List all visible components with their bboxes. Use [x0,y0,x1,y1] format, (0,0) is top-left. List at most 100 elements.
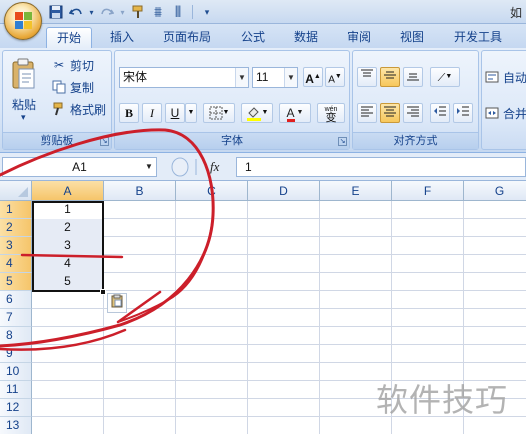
row-header[interactable]: 13 [0,417,32,434]
chevron-down-icon: ▼ [235,68,248,87]
tab-developer[interactable]: 开发工具 [443,27,513,48]
row-header[interactable]: 6 [0,291,32,309]
row-header[interactable]: 10 [0,363,32,381]
paste-icon[interactable] [10,57,38,91]
gridline [32,290,526,291]
decrease-indent-button[interactable] [430,103,450,123]
cut-button[interactable]: ✂ 剪切 [51,55,94,75]
selection-outline [32,201,104,292]
tab-view[interactable]: 视图 [390,27,434,48]
select-all-icon [18,187,28,197]
formula-separator-icon [171,157,197,177]
fill-handle[interactable] [100,289,106,295]
title-bar: ▾ ▾ ⩩ ⫴ ▾ 如 [0,0,526,24]
column-header-f[interactable]: F [392,181,464,201]
merge-button[interactable]: 合并 [484,103,526,123]
tab-formulas[interactable]: 公式 [231,27,275,48]
underline-dropdown-icon[interactable]: ▼ [185,103,197,123]
row-header[interactable]: 12 [0,399,32,417]
name-box[interactable]: A1 ▼ [2,157,157,177]
gridline [32,218,526,219]
underline-button[interactable]: U [165,103,185,123]
copy-label: 复制 [70,80,95,95]
align-right-button[interactable] [403,103,423,123]
increase-indent-button[interactable] [453,103,473,123]
paste-options-button[interactable] [107,293,127,313]
tab-home[interactable]: 开始 [46,27,92,48]
customize-qat-icon[interactable]: ▾ [199,4,215,20]
column-header-e[interactable]: E [320,181,392,201]
align-center-icon [384,106,396,117]
custom-icon-1[interactable]: ⩩ [150,4,166,21]
window-title: 如 [509,6,522,20]
italic-button[interactable]: I [142,103,162,123]
row-header[interactable]: 4 [0,255,32,273]
grow-font-button[interactable]: A▲ [303,67,323,87]
row-header[interactable]: 9 [0,345,32,363]
shrink-font-button[interactable]: A▼ [325,67,345,87]
row-header[interactable]: 2 [0,219,32,237]
office-button[interactable] [4,2,42,40]
format-painter-icon[interactable] [130,4,146,20]
orientation-button[interactable]: ⟋▼ [430,67,460,87]
gridline [32,272,526,273]
copy-button[interactable]: 复制 [51,77,94,97]
gridline [32,236,526,237]
tab-review[interactable]: 审阅 [337,27,381,48]
undo-icon[interactable] [68,4,84,20]
align-top-button[interactable] [357,67,377,87]
ribbon-tabs: 开始 插入 页面布局 公式 数据 审阅 视图 开发工具 [0,24,526,48]
align-left-button[interactable] [357,103,377,123]
paste-button-label[interactable]: 粘贴 [12,96,36,113]
bold-button[interactable]: B [119,103,139,123]
tab-insert[interactable]: 插入 [101,27,143,48]
phonetic-char: 变 [325,112,337,124]
brush-icon [51,101,67,117]
insert-function-button[interactable]: fx [210,159,219,175]
merge-cells-icon [484,105,500,121]
row-header[interactable]: 3 [0,237,32,255]
borders-icon [209,106,223,120]
redo-dropdown-icon[interactable]: ▾ [119,4,126,20]
fill-color-button[interactable]: ▼ [241,103,273,123]
column-header-d[interactable]: D [248,181,320,201]
undo-dropdown-icon[interactable]: ▾ [88,4,95,20]
chevron-down-icon[interactable]: ▼ [142,158,156,176]
tab-data[interactable]: 数据 [284,27,328,48]
select-all-button[interactable] [0,181,32,201]
clipboard-icon [110,294,124,311]
save-icon[interactable] [48,4,64,20]
format-painter-button[interactable]: 格式刷 [51,99,106,119]
font-launcher-icon[interactable]: ↘ [338,137,347,146]
font-color-button[interactable]: A ▼ [279,103,311,123]
clipboard-launcher-icon[interactable]: ↘ [100,137,109,146]
align-middle-button[interactable] [380,67,400,87]
row-header[interactable]: 1 [0,201,32,219]
row-header[interactable]: 5 [0,273,32,291]
column-header-a[interactable]: A [32,181,104,201]
office-logo-icon [15,12,33,30]
borders-button[interactable]: ▼ [203,103,235,123]
column-header-g[interactable]: G [464,181,526,201]
column-header-c[interactable]: C [176,181,248,201]
font-name-select[interactable]: 宋体 ▼ [119,67,249,88]
align-bottom-button[interactable] [403,67,423,87]
phonetic-button[interactable]: wén 变 [317,103,345,124]
tab-page-layout[interactable]: 页面布局 [152,27,222,48]
row-header[interactable]: 11 [0,381,32,399]
wrap-text-button[interactable]: 自动 [484,67,526,87]
redo-icon[interactable] [99,4,115,20]
align-top-icon [361,69,373,77]
merge-label: 合并 [503,106,526,121]
align-center-button[interactable] [380,103,400,123]
paste-dropdown-icon[interactable]: ▾ [21,112,26,123]
row-header[interactable]: 7 [0,309,32,327]
column-header-b[interactable]: B [104,181,176,201]
quick-access-toolbar: ▾ ▾ ⩩ ⫴ ▾ [48,3,215,21]
increase-indent-icon [457,106,469,116]
custom-icon-2[interactable]: ⫴ [170,4,186,21]
clipboard-group-label: 剪贴板 [3,132,111,149]
font-size-select[interactable]: 11 ▼ [252,67,298,88]
formula-input[interactable]: 1 [236,157,526,177]
row-header[interactable]: 8 [0,327,32,345]
